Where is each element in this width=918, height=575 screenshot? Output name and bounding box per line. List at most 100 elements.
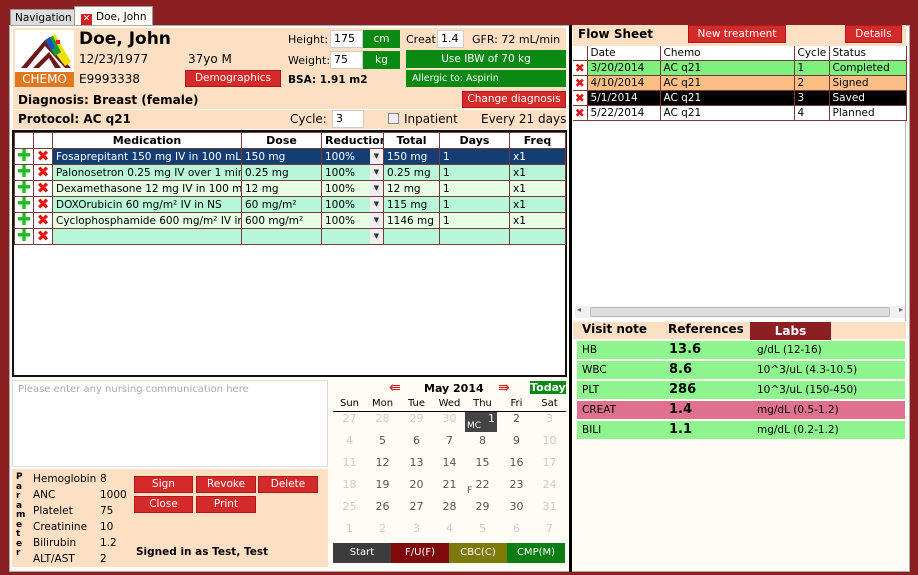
calendar-day[interactable]: 25	[333, 500, 366, 513]
medication-row[interactable]: ✚ ✖ Fosaprepitant 150 mg IV in 100 mL 150 m…	[14, 148, 566, 165]
calendar-day[interactable]: 18	[333, 478, 366, 491]
calendar-day[interactable]: 31	[533, 500, 566, 513]
calendar-day[interactable]: 10	[533, 434, 566, 447]
close-button[interactable]: Close	[134, 496, 193, 513]
calendar-day[interactable]: 16	[500, 456, 533, 469]
delete-treatment-icon[interactable]: ✖	[575, 61, 585, 75]
new-treatment-button[interactable]: New treatment	[688, 25, 786, 43]
calendar-day[interactable]: 23	[500, 478, 533, 491]
medication-days[interactable]: 1	[439, 196, 510, 213]
medication-name[interactable]: Fosaprepitant 150 mg IV in 100 mL	[52, 148, 242, 165]
medication-days[interactable]: 1	[439, 212, 510, 229]
medication-dose[interactable]: 60 mg/m²	[241, 196, 322, 213]
calendar-day[interactable]: 29	[466, 500, 499, 513]
calendar-day[interactable]: 6	[400, 434, 433, 447]
medication-row[interactable]: ✚ ✖ DOXOrubicin 60 mg/m² IV in NS 60 mg/m² 1…	[14, 196, 566, 213]
close-tab-icon[interactable]: ✕	[81, 14, 92, 25]
medication-row[interactable]: ✚ ✖ Dexamethasone 12 mg IV in 100 mL 12 mg 1…	[14, 180, 566, 197]
medication-dose[interactable]	[241, 228, 322, 245]
medication-row[interactable]: ✚ ✖ Palonosetron 0.25 mg IV over 1 min 0.25…	[14, 164, 566, 181]
weight-input[interactable]: 75	[330, 51, 363, 69]
flow-sheet-row[interactable]: ✖ 4/10/2014 AC q21 2 Signed	[573, 75, 907, 91]
tab-labs[interactable]: Labs	[750, 322, 831, 340]
col-days[interactable]: Days	[439, 132, 510, 149]
remove-medication-icon[interactable]: ✖	[37, 198, 50, 212]
col-total[interactable]: Total	[383, 132, 440, 149]
col-dose[interactable]: Dose	[241, 132, 322, 149]
medication-freq[interactable]: x1	[509, 148, 566, 165]
height-input[interactable]: 175	[330, 30, 363, 48]
remove-medication-icon[interactable]: ✖	[37, 214, 50, 228]
calendar-day[interactable]: 27	[333, 412, 366, 425]
add-medication-icon[interactable]: ✚	[17, 182, 31, 196]
flow-sheet-row[interactable]: ✖ 3/20/2014 AC q21 1 Completed	[573, 60, 907, 76]
calendar-day[interactable]: 7	[433, 434, 466, 447]
chevron-down-icon[interactable]: ▼	[370, 213, 383, 228]
calendar-day[interactable]: 29	[400, 412, 433, 425]
calendar-day[interactable]: 11	[333, 456, 366, 469]
chevron-down-icon[interactable]: ▼	[370, 181, 383, 196]
change-diagnosis-button[interactable]: Change diagnosis	[462, 91, 566, 108]
medication-dose[interactable]: 0.25 mg	[241, 164, 322, 181]
height-unit-button[interactable]: cm	[363, 30, 400, 48]
calendar-day[interactable]: 5	[366, 434, 399, 447]
medication-freq[interactable]	[509, 228, 566, 245]
delete-treatment-icon[interactable]: ✖	[575, 76, 585, 90]
col-freq[interactable]: Freq	[509, 132, 566, 149]
cycle-input[interactable]: 3	[332, 110, 364, 128]
calendar-day[interactable]: 28	[433, 500, 466, 513]
details-button[interactable]: Details	[845, 25, 902, 43]
col-date[interactable]: Date	[587, 46, 661, 61]
tab-patient[interactable]: ✕ Doe, John	[74, 6, 154, 26]
medication-row[interactable]: ✚ ✖ ▼	[14, 228, 566, 245]
scroll-left-icon[interactable]: ◂	[577, 305, 581, 314]
medication-reduction-select[interactable]: 100% ▼	[321, 148, 384, 165]
remove-medication-icon[interactable]: ✖	[37, 182, 50, 196]
remove-medication-icon[interactable]: ✖	[37, 150, 50, 164]
medication-days[interactable]: 1	[439, 180, 510, 197]
calendar-day[interactable]: 24	[533, 478, 566, 491]
col-status[interactable]: Status	[829, 46, 907, 61]
calendar-day[interactable]: 14	[433, 456, 466, 469]
chevron-down-icon[interactable]: ▼	[370, 149, 383, 164]
print-button[interactable]: Print	[196, 496, 256, 513]
add-medication-icon[interactable]: ✚	[17, 230, 31, 244]
calendar-day[interactable]: 30	[500, 500, 533, 513]
col-chemo[interactable]: Chemo	[660, 46, 795, 61]
tab-navigation[interactable]: Navigation	[10, 9, 77, 26]
medication-name[interactable]: Dexamethasone 12 mg IV in 100 mL	[52, 180, 242, 197]
medication-freq[interactable]: x1	[509, 180, 566, 197]
medication-name[interactable]: DOXOrubicin 60 mg/m² IV in NS	[52, 196, 242, 213]
revoke-button[interactable]: Revoke	[196, 476, 256, 493]
calendar-day[interactable]: 19	[366, 478, 399, 491]
chevron-down-icon[interactable]: ▼	[370, 165, 383, 180]
calendar-day[interactable]: 26	[366, 500, 399, 513]
today-button[interactable]: Today	[530, 381, 566, 394]
add-medication-icon[interactable]: ✚	[17, 166, 31, 180]
calendar-day[interactable]: 1	[333, 522, 366, 535]
calendar-day[interactable]: 9	[500, 434, 533, 447]
weight-unit-button[interactable]: kg	[363, 51, 400, 69]
col-reduction[interactable]: Reduction	[321, 132, 384, 149]
calendar-day[interactable]: 30	[433, 412, 466, 425]
delete-treatment-icon[interactable]: ✖	[575, 91, 585, 105]
calendar-day[interactable]: 2	[366, 522, 399, 535]
medication-dose[interactable]: 150 mg	[241, 148, 322, 165]
medication-dose[interactable]: 12 mg	[241, 180, 322, 197]
chevron-down-icon[interactable]: ▼	[370, 197, 383, 212]
medication-days[interactable]	[439, 228, 510, 245]
calendar-day[interactable]: 20	[400, 478, 433, 491]
col-medication[interactable]: Medication	[52, 132, 242, 149]
nursing-note-input[interactable]: Please enter any nursing communication h…	[12, 380, 328, 467]
calendar-day[interactable]: 13	[400, 456, 433, 469]
medication-dose[interactable]: 600 mg/m²	[241, 212, 322, 229]
creat-input[interactable]: 1.4	[437, 30, 464, 48]
next-month-arrow-icon[interactable]: ⇛	[498, 380, 510, 396]
calendar-day[interactable]: 15	[466, 456, 499, 469]
add-medication-icon[interactable]: ✚	[17, 198, 31, 212]
chevron-down-icon[interactable]: ▼	[370, 229, 383, 244]
medication-reduction-select[interactable]: 100% ▼	[321, 196, 384, 213]
remove-medication-icon[interactable]: ✖	[37, 166, 50, 180]
tab-visit-note[interactable]: Visit note	[582, 322, 647, 336]
calendar-day[interactable]: 5	[466, 522, 499, 535]
